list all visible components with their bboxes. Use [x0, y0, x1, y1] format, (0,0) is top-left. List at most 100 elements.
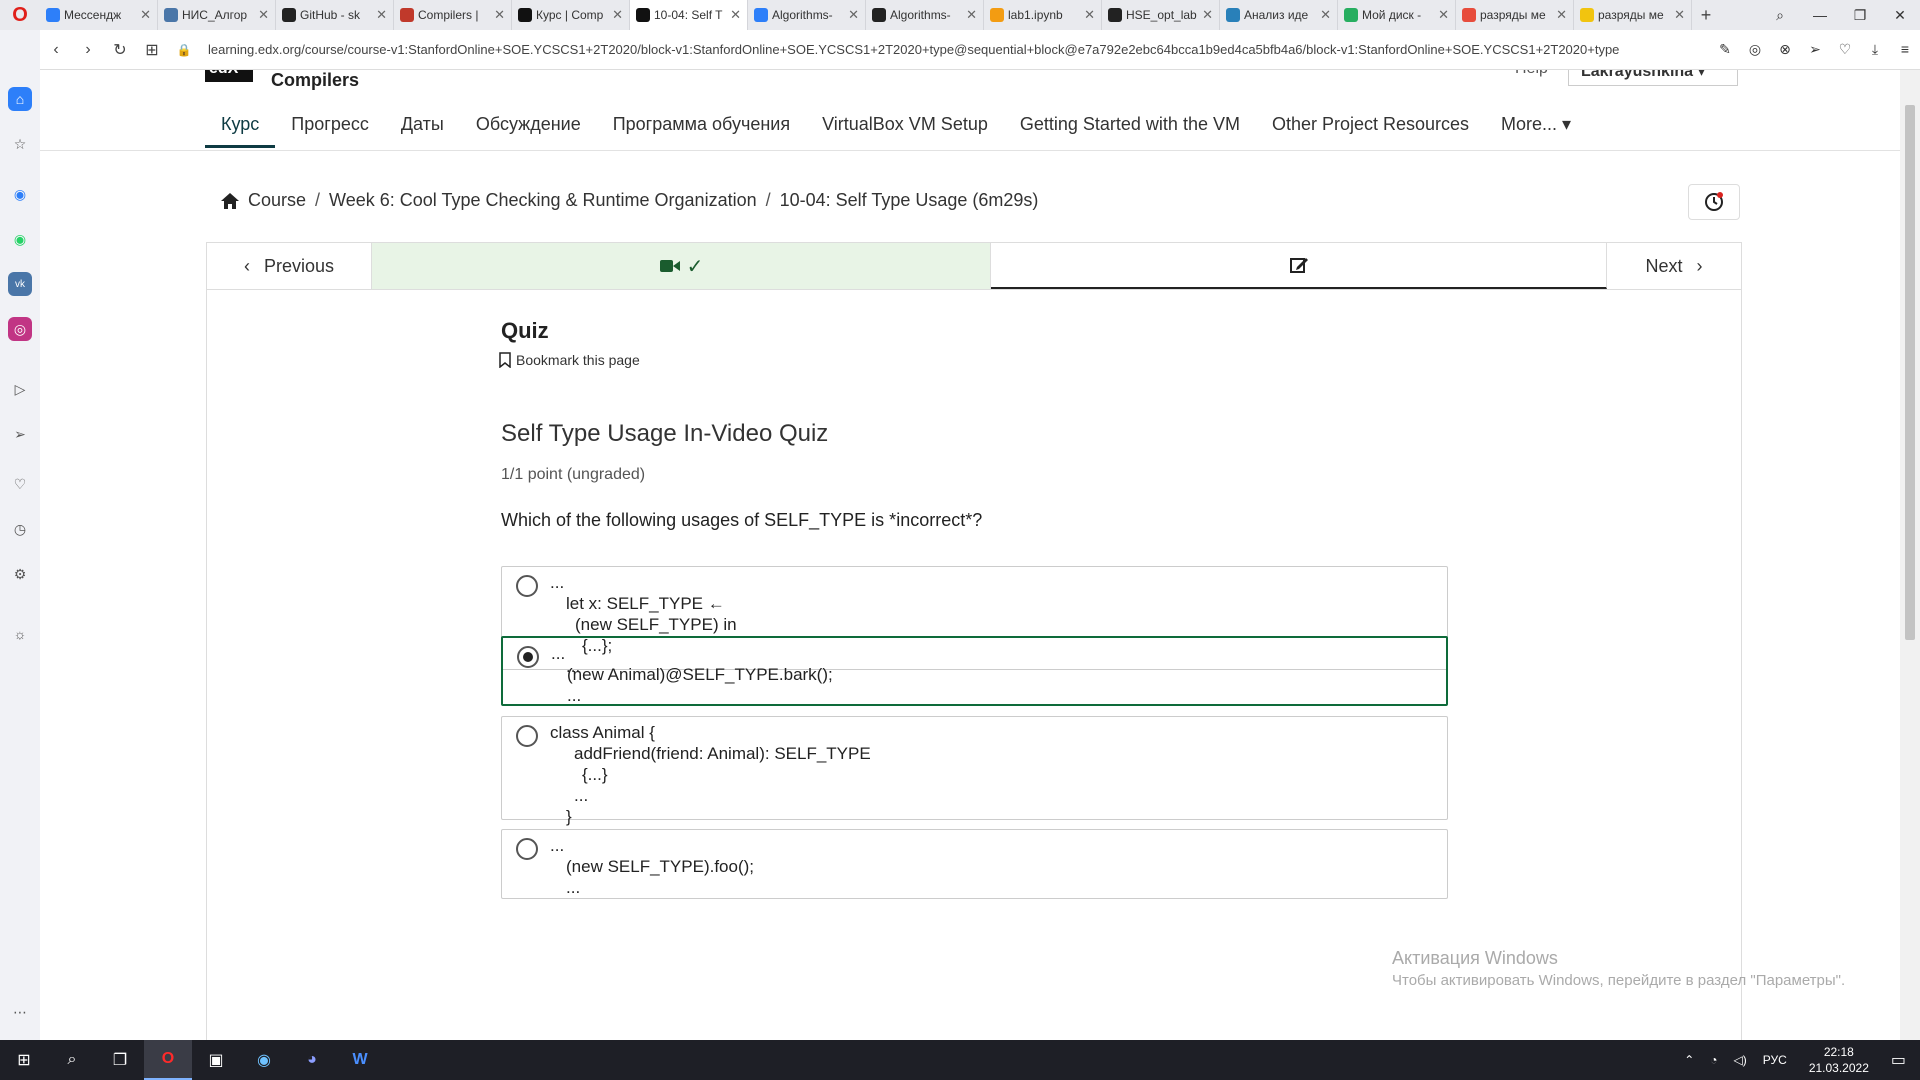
- more-icon[interactable]: ⋯: [8, 1000, 32, 1024]
- close-tab-icon[interactable]: ✕: [258, 7, 269, 23]
- bookmark-link[interactable]: Bookmark this page: [498, 352, 640, 368]
- menu-icon[interactable]: ≡: [1890, 41, 1920, 58]
- close-tab-icon[interactable]: ✕: [1084, 7, 1095, 23]
- breadcrumb-week[interactable]: Week 6: Cool Type Checking & Runtime Org…: [329, 190, 757, 211]
- new-tab-button[interactable]: +: [1692, 5, 1720, 26]
- volume-icon[interactable]: ◁): [1734, 1053, 1747, 1067]
- url-field[interactable]: learning.edx.org/course/course-v1:Stanfo…: [208, 42, 1710, 57]
- browser-tab[interactable]: Algorithms- ✕: [866, 0, 984, 30]
- radio-button[interactable]: [517, 646, 539, 668]
- close-tab-icon[interactable]: ✕: [848, 7, 859, 23]
- course-tab[interactable]: Other Project Resources: [1256, 104, 1485, 148]
- browser-tab[interactable]: Мессендж ✕: [40, 0, 158, 30]
- edx-logo[interactable]: edX: [205, 70, 253, 82]
- settings-icon[interactable]: ⚙: [8, 562, 32, 586]
- sequence-quiz-tab[interactable]: [991, 243, 1607, 289]
- notifications-icon[interactable]: ▭: [1891, 1050, 1906, 1070]
- whatsapp-icon[interactable]: ◉: [8, 227, 32, 251]
- favorites-icon[interactable]: ♡: [8, 472, 32, 496]
- help-link[interactable]: Help: [1515, 70, 1548, 78]
- close-tab-icon[interactable]: ✕: [1320, 7, 1331, 23]
- close-tab-icon[interactable]: ✕: [494, 7, 505, 23]
- chevron-up-icon[interactable]: ⌃: [1684, 1053, 1694, 1067]
- browser-tab[interactable]: разряды ме ✕: [1456, 0, 1574, 30]
- course-tab[interactable]: Прогресс: [275, 104, 385, 148]
- search-tabs-icon[interactable]: ⌕: [1760, 7, 1800, 24]
- answer-option[interactable]: ... (new Animal)@SELF_TYPE.bark();...: [501, 636, 1448, 706]
- flow-icon[interactable]: ➢: [8, 422, 32, 446]
- sequence-video-tab[interactable]: ✓: [372, 243, 991, 289]
- answer-option[interactable]: ... (new SELF_TYPE).foo();...: [501, 829, 1448, 899]
- course-tab[interactable]: Даты: [385, 104, 460, 148]
- course-tab[interactable]: Курс: [205, 104, 276, 148]
- discord-taskbar-icon[interactable]: ◕: [288, 1040, 336, 1080]
- opera-logo-icon[interactable]: O: [0, 0, 40, 30]
- reload-icon[interactable]: ↻: [104, 40, 136, 60]
- scroll-thumb[interactable]: [1905, 105, 1915, 640]
- home-icon[interactable]: ⌂: [8, 87, 32, 111]
- page-scrollbar[interactable]: [1900, 70, 1920, 1040]
- close-tab-icon[interactable]: ✕: [140, 7, 151, 23]
- course-tab[interactable]: Обсуждение: [460, 104, 597, 148]
- answer-option[interactable]: class Animal {addFriend(friend: Animal):…: [501, 716, 1448, 826]
- send-icon[interactable]: ➢: [1800, 41, 1830, 58]
- course-tab[interactable]: Программа обучения: [597, 104, 806, 148]
- history-icon[interactable]: ◷: [8, 517, 32, 541]
- browser-tab[interactable]: Анализ иде ✕: [1220, 0, 1338, 30]
- radio-button[interactable]: [516, 838, 538, 860]
- breadcrumb-unit[interactable]: 10-04: Self Type Usage (6m29s): [780, 190, 1039, 211]
- close-tab-icon[interactable]: ✕: [1438, 7, 1449, 23]
- breadcrumb-course[interactable]: Course: [248, 190, 306, 211]
- word-taskbar-icon[interactable]: W: [336, 1040, 384, 1080]
- heart-icon[interactable]: ♡: [1830, 41, 1860, 58]
- camera-icon[interactable]: ◎: [1740, 41, 1770, 58]
- browser-tab[interactable]: HSE_opt_lab ✕: [1102, 0, 1220, 30]
- browser-tab[interactable]: lab1.ipynb ✕: [984, 0, 1102, 30]
- close-tab-icon[interactable]: ✕: [1202, 7, 1213, 23]
- download-icon[interactable]: ⤓: [1860, 41, 1890, 58]
- close-tab-icon[interactable]: ✕: [1674, 7, 1685, 23]
- close-tab-icon[interactable]: ✕: [376, 7, 387, 23]
- tips-icon[interactable]: ☼: [8, 622, 32, 646]
- close-tab-icon[interactable]: ✕: [1556, 7, 1567, 23]
- vk-icon[interactable]: vk: [8, 272, 32, 296]
- browser-tab[interactable]: Курс | Comp ✕: [512, 0, 630, 30]
- next-button[interactable]: Next ›: [1607, 243, 1741, 289]
- browser-tab[interactable]: 10-04: Self T ✕: [630, 0, 748, 30]
- start-icon[interactable]: ⊞: [0, 1040, 48, 1080]
- user-menu[interactable]: Lakrayushkina ▾: [1568, 70, 1738, 86]
- speed-dial-icon[interactable]: ☆: [8, 132, 32, 156]
- close-tab-icon[interactable]: ✕: [966, 7, 977, 23]
- instagram-icon[interactable]: ◎: [8, 317, 32, 341]
- previous-button[interactable]: ‹ Previous: [207, 243, 372, 289]
- messenger-icon[interactable]: ◉: [8, 182, 32, 206]
- notes-button[interactable]: [1688, 184, 1740, 220]
- clock[interactable]: 22:18 21.03.2022: [1809, 1044, 1869, 1076]
- minimize-icon[interactable]: —: [1800, 7, 1840, 23]
- adblock-icon[interactable]: ⊗: [1770, 41, 1800, 58]
- close-tab-icon[interactable]: ✕: [730, 7, 741, 23]
- speed-dial-icon[interactable]: ⊞: [136, 40, 168, 60]
- task-view-icon[interactable]: ❐: [96, 1040, 144, 1080]
- radio-button[interactable]: [516, 725, 538, 747]
- browser-tab[interactable]: НИС_Алгор ✕: [158, 0, 276, 30]
- browser-tab[interactable]: Мой диск - ✕: [1338, 0, 1456, 30]
- browser-tab[interactable]: разряды ме ✕: [1574, 0, 1692, 30]
- radio-button[interactable]: [516, 575, 538, 597]
- course-tab[interactable]: More... ▾: [1485, 104, 1587, 148]
- close-tab-icon[interactable]: ✕: [612, 7, 623, 23]
- browser-tab[interactable]: Compilers | ✕: [394, 0, 512, 30]
- player-icon[interactable]: ▷: [8, 377, 32, 401]
- close-window-icon[interactable]: ✕: [1880, 7, 1920, 24]
- search-icon[interactable]: ⌕: [48, 1040, 96, 1080]
- course-tab[interactable]: Getting Started with the VM: [1004, 104, 1256, 148]
- restore-icon[interactable]: ❐: [1840, 7, 1880, 24]
- course-tab[interactable]: VirtualBox VM Setup: [806, 104, 1004, 148]
- browser-taskbar-icon[interactable]: ◉: [240, 1040, 288, 1080]
- edit-icon[interactable]: ✎: [1710, 41, 1740, 58]
- opera-taskbar-icon[interactable]: O: [144, 1040, 192, 1080]
- browser-tab[interactable]: GitHub - sk ✕: [276, 0, 394, 30]
- forward-icon[interactable]: ›: [72, 41, 104, 59]
- network-icon[interactable]: ◔: [1710, 1053, 1717, 1067]
- app-taskbar-icon[interactable]: ▣: [192, 1040, 240, 1080]
